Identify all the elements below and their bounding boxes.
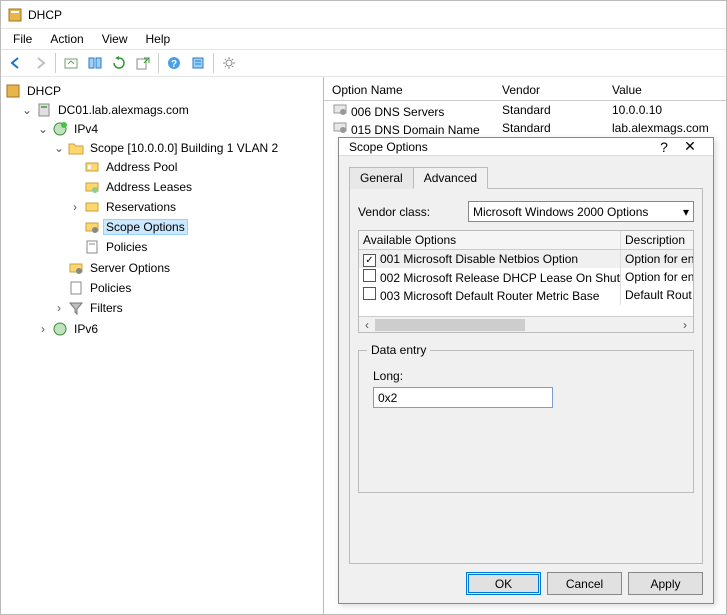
scope-options-dialog: Scope Options ? ✕ General Advanced Vendo… xyxy=(338,137,714,604)
list-header: Option Name Vendor Value xyxy=(324,77,726,101)
tree-server-options[interactable]: Server Options xyxy=(53,259,321,277)
show-hide-button[interactable] xyxy=(84,52,106,74)
tree-ipv4[interactable]: ⌄ IPv4 xyxy=(37,120,321,138)
tree-filters[interactable]: › Filters xyxy=(53,299,321,317)
tree-address-pool[interactable]: Address Pool xyxy=(69,158,321,176)
svg-text:?: ? xyxy=(171,59,177,70)
available-options-list[interactable]: Available Options Description ✓001 Micro… xyxy=(358,230,694,333)
server-icon xyxy=(36,102,52,118)
header-available-options[interactable]: Available Options xyxy=(359,231,621,249)
scroll-left-icon[interactable]: ‹ xyxy=(359,318,375,332)
option-row[interactable]: 002 Microsoft Release DHCP Lease On Shut… xyxy=(359,268,693,286)
data-entry-group: Data entry Long: xyxy=(358,343,694,493)
scroll-thumb[interactable] xyxy=(375,319,525,331)
tree-reservations[interactable]: › Reservations xyxy=(69,198,321,216)
scroll-right-icon[interactable]: › xyxy=(677,318,693,332)
expand-icon[interactable]: › xyxy=(53,301,65,315)
options-icon xyxy=(84,219,100,235)
tree-scope-policies[interactable]: Policies xyxy=(69,238,321,256)
configure-button[interactable] xyxy=(218,52,240,74)
toolbar: ? xyxy=(1,49,726,77)
ok-button[interactable]: OK xyxy=(466,572,541,595)
tree-scope[interactable]: ⌄ Scope [10.0.0.0] Building 1 VLAN 2 xyxy=(53,139,321,157)
tree-scope-options[interactable]: Scope Options xyxy=(69,218,321,236)
option-row[interactable]: 003 Microsoft Default Router Metric Base… xyxy=(359,286,693,304)
pool-icon xyxy=(84,159,100,175)
dhcp-icon xyxy=(7,7,23,23)
expand-icon[interactable]: › xyxy=(69,200,81,214)
tree-pane[interactable]: DHCP ⌄ DC01.lab.alexmags.com xyxy=(1,77,324,614)
refresh-button[interactable] xyxy=(108,52,130,74)
collapse-icon[interactable]: ⌄ xyxy=(37,122,49,136)
export-button[interactable] xyxy=(132,52,154,74)
ipv6-icon xyxy=(52,321,68,337)
collapse-icon[interactable]: ⌄ xyxy=(53,141,65,155)
horizontal-scrollbar[interactable]: ‹ › xyxy=(359,316,693,332)
policies-icon xyxy=(84,239,100,255)
long-input[interactable] xyxy=(373,387,553,408)
reservations-icon xyxy=(84,199,100,215)
header-option-name[interactable]: Option Name xyxy=(324,83,494,100)
header-value[interactable]: Value xyxy=(604,83,726,100)
vendor-class-dropdown[interactable]: Microsoft Windows 2000 Options ▾ xyxy=(468,201,694,222)
menubar: File Action View Help xyxy=(1,29,726,49)
cancel-button[interactable]: Cancel xyxy=(547,572,622,595)
folder-icon xyxy=(68,140,84,156)
apply-button[interactable]: Apply xyxy=(628,572,703,595)
leases-icon xyxy=(84,179,100,195)
dhcp-icon xyxy=(5,83,21,99)
back-button[interactable] xyxy=(5,52,27,74)
option-row[interactable]: ✓001 Microsoft Disable Netbios Option Op… xyxy=(359,250,693,268)
checkbox-checked-icon[interactable]: ✓ xyxy=(363,254,376,267)
tree-server[interactable]: ⌄ DC01.lab.alexmags.com xyxy=(21,101,321,119)
titlebar: DHCP xyxy=(1,1,726,29)
menu-view[interactable]: View xyxy=(94,30,136,48)
close-button[interactable]: ✕ xyxy=(677,138,703,155)
list-row[interactable]: 006 DNS Servers Standard 10.0.0.10 xyxy=(324,101,726,119)
checkbox-icon[interactable] xyxy=(363,269,376,282)
dialog-title: Scope Options xyxy=(349,140,651,154)
tree-ipv6[interactable]: › IPv6 xyxy=(37,320,321,338)
header-description[interactable]: Description xyxy=(621,231,693,249)
window-title: DHCP xyxy=(28,8,62,22)
checkbox-icon[interactable] xyxy=(363,287,376,300)
list-row[interactable]: 015 DNS Domain Name Standard lab.alexmag… xyxy=(324,119,726,137)
filters-icon xyxy=(68,300,84,316)
help-button[interactable]: ? xyxy=(651,139,677,155)
collapse-icon[interactable]: ⌄ xyxy=(21,103,33,117)
ipv4-icon xyxy=(52,121,68,137)
properties-button[interactable] xyxy=(187,52,209,74)
header-vendor[interactable]: Vendor xyxy=(494,83,604,100)
menu-file[interactable]: File xyxy=(5,30,40,48)
tree-root[interactable]: DHCP xyxy=(5,82,321,100)
tab-general[interactable]: General xyxy=(349,167,414,189)
expand-icon[interactable]: › xyxy=(37,322,49,336)
up-button[interactable] xyxy=(60,52,82,74)
menu-help[interactable]: Help xyxy=(138,30,179,48)
tree-address-leases[interactable]: Address Leases xyxy=(69,178,321,196)
server-options-icon xyxy=(68,260,84,276)
tree-policies[interactable]: Policies xyxy=(53,279,321,297)
option-icon xyxy=(332,101,348,117)
tab-advanced[interactable]: Advanced xyxy=(413,167,488,189)
details-pane: Option Name Vendor Value 006 DNS Servers… xyxy=(324,77,726,614)
forward-button[interactable] xyxy=(29,52,51,74)
policies-icon xyxy=(68,280,84,296)
long-label: Long: xyxy=(373,369,685,383)
chevron-down-icon: ▾ xyxy=(683,205,689,219)
menu-action[interactable]: Action xyxy=(42,30,91,48)
option-icon xyxy=(332,119,348,135)
vendor-class-label: Vendor class: xyxy=(358,205,468,219)
help-button[interactable]: ? xyxy=(163,52,185,74)
